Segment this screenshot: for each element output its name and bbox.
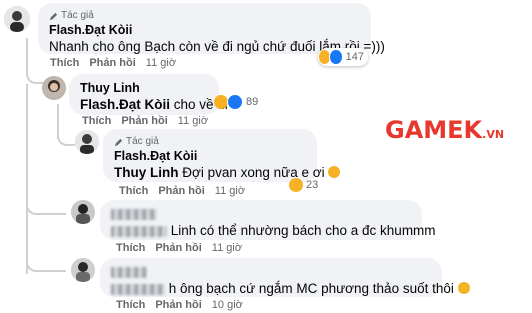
comment-actions: Thích Phản hồi 11 giờ bbox=[50, 57, 176, 70]
avatar[interactable] bbox=[4, 6, 30, 32]
comment-actions: Thích Phản hồi 11 giờ bbox=[82, 115, 208, 128]
reply-button[interactable]: Phản hồi bbox=[89, 57, 135, 70]
comment-text: Linh có thể nhường bách cho a đc khummm bbox=[170, 223, 436, 238]
mention-link[interactable]: Flash.Đạt Kòii bbox=[80, 97, 170, 112]
comment-text-line: Linh có thể nhường bách cho a đc khummm bbox=[111, 222, 436, 239]
comment-time[interactable]: 11 giờ bbox=[178, 115, 208, 128]
comment-text-line: Thuy Linh Đợi pvan xong nữa e ơi bbox=[114, 164, 341, 181]
author-badge: Tác giả bbox=[49, 10, 360, 22]
comment-text: h ông bạch cứ ngắm MC phương thảo suốt t… bbox=[168, 281, 454, 296]
comment-author-name[interactable]: Flash.Đạt Kòii bbox=[49, 23, 360, 38]
like-icon bbox=[227, 94, 243, 110]
author-badge-label: Tác giả bbox=[126, 136, 159, 147]
comment-text-line: h ông bạch cứ ngắm MC phương thảo suốt t… bbox=[111, 280, 470, 297]
like-button[interactable]: Thích bbox=[50, 57, 79, 70]
reaction-count: 89 bbox=[246, 96, 259, 108]
reaction-count: 147 bbox=[345, 51, 364, 63]
reply-button[interactable]: Phản hồi bbox=[121, 115, 167, 128]
haha-emoji-icon bbox=[214, 95, 228, 109]
comment-bubble[interactable]: Thuy Linh Flash.Đạt Kòii cho về đi bbox=[69, 74, 228, 115]
reply-button[interactable]: Phản hồi bbox=[155, 242, 201, 255]
like-button[interactable]: Thích bbox=[116, 242, 145, 255]
comment-time[interactable]: 10 giờ bbox=[212, 299, 243, 312]
comment-bubble[interactable]: Tác giả Flash.Đạt Kòii Thuy Linh Đợi pva… bbox=[103, 129, 341, 182]
like-button[interactable]: Thích bbox=[116, 299, 145, 312]
comment-author-name[interactable]: Flash.Đạt Kòii bbox=[114, 149, 306, 164]
comment-text-line: Flash.Đạt Kòii cho về đi bbox=[80, 96, 228, 113]
haha-emoji-icon bbox=[289, 178, 303, 192]
reaction-summary[interactable]: 23 bbox=[289, 178, 318, 192]
reaction-summary[interactable]: 147 bbox=[318, 48, 368, 66]
thread-curve-reply-1 bbox=[26, 66, 44, 84]
thread-curve-reply-2 bbox=[57, 134, 75, 146]
watermark-suffix: .VN bbox=[482, 128, 505, 141]
mention-link[interactable]: Thuy Linh bbox=[114, 165, 179, 180]
pen-icon bbox=[49, 12, 58, 20]
author-badge: Tác giả bbox=[114, 136, 306, 148]
author-badge-label: Tác giả bbox=[61, 10, 94, 21]
redacted-text bbox=[111, 283, 165, 295]
comment-actions: Thích Phản hồi 11 giờ bbox=[119, 185, 245, 198]
comment-author-name-redacted[interactable] bbox=[111, 265, 431, 280]
reaction-summary[interactable]: 89 bbox=[214, 94, 258, 110]
comment-actions: Thích Phản hồi 10 giờ bbox=[116, 299, 243, 312]
watermark-brand: GAMEK bbox=[385, 116, 483, 144]
thread-line-outer bbox=[26, 84, 28, 274]
comment-time[interactable]: 11 giờ bbox=[215, 185, 245, 198]
comment-time[interactable]: 11 giờ bbox=[212, 242, 242, 255]
comment-bubble[interactable]: h ông bạch cứ ngắm MC phương thảo suốt t… bbox=[100, 258, 470, 297]
comment-actions: Thích Phản hồi 11 giờ bbox=[116, 242, 242, 255]
avatar[interactable] bbox=[71, 200, 95, 224]
reply-button[interactable]: Phản hồi bbox=[158, 185, 204, 198]
comment-author-name[interactable]: Thuy Linh bbox=[80, 81, 208, 96]
comment-author-name-redacted[interactable] bbox=[111, 207, 411, 222]
like-icon bbox=[329, 49, 343, 65]
avatar[interactable] bbox=[42, 76, 66, 100]
comment-bubble[interactable]: Tác giả Flash.Đạt Kòii Nhanh cho ông Bạc… bbox=[38, 3, 385, 54]
comment-bubble[interactable]: Linh có thể nhường bách cho a đc khummm bbox=[100, 200, 436, 240]
comment-text: Nhanh cho ông Bạch còn về đi ngủ chứ đuố… bbox=[49, 39, 385, 54]
thread-curve-reply-4 bbox=[26, 195, 66, 215]
gamek-watermark: GAMEK.VN bbox=[385, 116, 504, 144]
reaction-count: 23 bbox=[306, 179, 319, 191]
like-button[interactable]: Thích bbox=[82, 115, 111, 128]
pen-icon bbox=[114, 138, 123, 146]
reply-button[interactable]: Phản hồi bbox=[155, 299, 201, 312]
redacted-mention bbox=[111, 225, 167, 237]
avatar[interactable] bbox=[71, 258, 95, 282]
thread-line-main bbox=[26, 38, 28, 68]
comment-time[interactable]: 11 giờ bbox=[146, 57, 176, 70]
thread-curve-reply-5 bbox=[26, 252, 66, 272]
laugh-tears-emoji-icon bbox=[328, 166, 341, 178]
laugh-tears-emoji-icon bbox=[457, 282, 470, 294]
like-button[interactable]: Thích bbox=[119, 185, 148, 198]
avatar[interactable] bbox=[75, 130, 99, 154]
